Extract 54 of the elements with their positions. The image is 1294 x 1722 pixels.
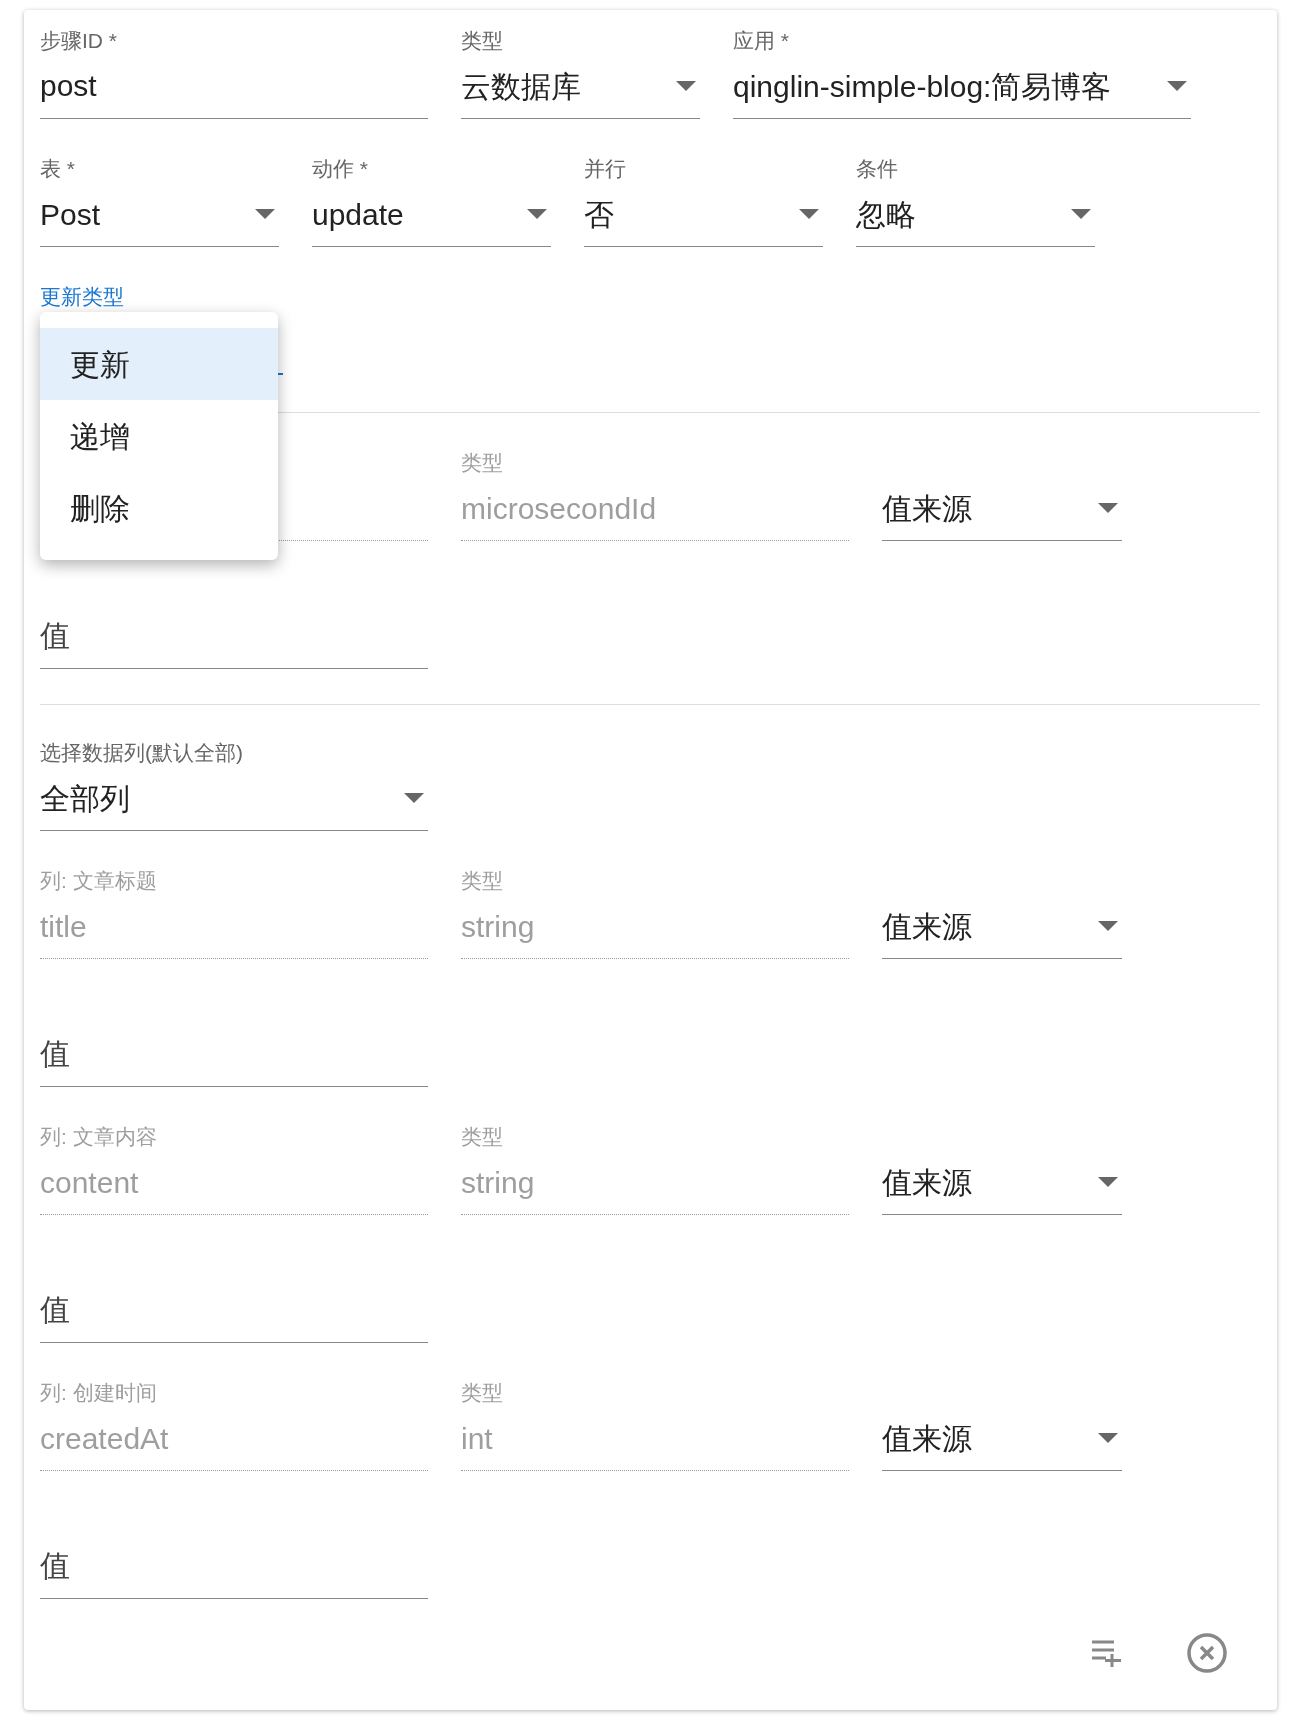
- select-field[interactable]: 全部列: [40, 766, 428, 831]
- readonly-field: title: [40, 894, 428, 959]
- field-label: 表 *: [40, 156, 75, 182]
- field-label: 类型: [461, 1124, 503, 1150]
- readonly-field: createdAt: [40, 1406, 428, 1471]
- dropdown-caret-icon: [799, 209, 819, 219]
- field-label: 并行: [584, 156, 626, 182]
- select-field[interactable]: Post: [40, 182, 279, 247]
- field-label: 应用 *: [733, 28, 789, 54]
- value-input-field[interactable]: 值: [40, 1534, 428, 1599]
- select-field[interactable]: 值来源: [882, 1150, 1122, 1215]
- field-label: 类型: [461, 450, 503, 476]
- field-label: 动作 *: [312, 156, 368, 182]
- text-input-field[interactable]: post: [40, 54, 428, 119]
- dropdown-caret-icon: [1167, 81, 1187, 91]
- select-field[interactable]: 值来源: [882, 1406, 1122, 1471]
- field-label: 更新类型: [40, 284, 124, 310]
- readonly-field: int: [461, 1406, 849, 1471]
- field-label: 类型: [461, 868, 503, 894]
- dropdown-caret-icon: [1098, 921, 1118, 931]
- value-input-field[interactable]: 值: [40, 1278, 428, 1343]
- field-label: 列: 创建时间: [40, 1380, 157, 1406]
- dropdown-caret-icon: [255, 209, 275, 219]
- readonly-field: string: [461, 1150, 849, 1215]
- select-field[interactable]: 忽略: [856, 182, 1095, 247]
- select-field[interactable]: update: [312, 182, 551, 247]
- field-label: 步骤ID *: [40, 28, 117, 54]
- field-label: 条件: [856, 156, 898, 182]
- readonly-field: string: [461, 894, 849, 959]
- dropdown-caret-icon: [1098, 1433, 1118, 1443]
- menu-item[interactable]: 删除: [40, 472, 278, 544]
- select-field[interactable]: 云数据库: [461, 54, 700, 119]
- readonly-field: microsecondId: [461, 476, 849, 541]
- field-label: 列: 文章内容: [40, 1124, 157, 1150]
- select-field[interactable]: qinglin-simple-blog:简易博客: [733, 54, 1191, 119]
- menu-item[interactable]: 递增: [40, 400, 278, 472]
- field-label: 列: 文章标题: [40, 868, 157, 894]
- value-input-field[interactable]: 值: [40, 604, 428, 669]
- value-input-field[interactable]: 值: [40, 1022, 428, 1087]
- dropdown-caret-icon: [676, 81, 696, 91]
- field-label: 类型: [461, 1380, 503, 1406]
- close-icon[interactable]: [1186, 1632, 1228, 1674]
- menu-item[interactable]: 更新: [40, 328, 278, 400]
- dropdown-caret-icon: [1071, 209, 1091, 219]
- select-field[interactable]: 否: [584, 182, 823, 247]
- dropdown-caret-icon: [404, 793, 424, 803]
- field-label: 类型: [461, 28, 503, 54]
- dropdown-caret-icon: [1098, 1177, 1118, 1187]
- select-field[interactable]: 值来源: [882, 476, 1122, 541]
- dropdown-caret-icon: [527, 209, 547, 219]
- readonly-field: content: [40, 1150, 428, 1215]
- dropdown-caret-icon: [1098, 503, 1118, 513]
- field-label: 选择数据列(默认全部): [40, 740, 243, 766]
- select-field[interactable]: 值来源: [882, 894, 1122, 959]
